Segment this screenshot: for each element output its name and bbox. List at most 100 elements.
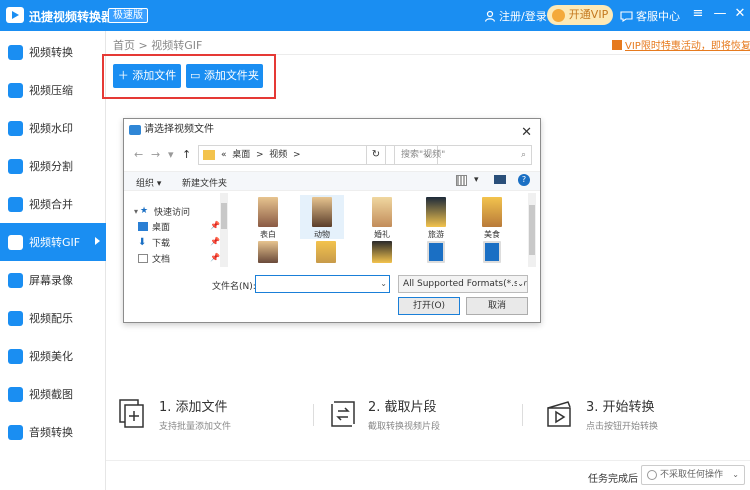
forward-arrow-icon[interactable]: →	[151, 148, 160, 161]
filename-row: 文件名(N): ⌄ All Supported Formats(*.swf; ⌄	[124, 275, 540, 295]
menu-icon[interactable]: ≡	[690, 6, 706, 22]
file-item[interactable]: 动物	[300, 195, 344, 239]
beautify-icon	[8, 348, 23, 364]
dialog-search-input[interactable]: 搜索"视频" ⌕	[394, 145, 532, 165]
promo-link[interactable]: VIP限时特惠活动，即将恢复原价	[612, 37, 750, 52]
music-icon	[8, 310, 23, 326]
add-folder-button[interactable]: ▭ 添加文件夹	[186, 64, 263, 88]
refresh-button[interactable]: ↻	[366, 145, 386, 165]
video-thumbnail-icon	[316, 241, 336, 263]
step-divider	[522, 404, 523, 426]
minimize-button[interactable]: —	[712, 6, 728, 22]
help-icon[interactable]: ?	[518, 174, 530, 186]
file-item[interactable]: 旅游	[414, 197, 458, 240]
video-thumbnail-icon	[372, 241, 392, 263]
gif-icon	[8, 234, 23, 250]
tree-label: 下载	[152, 239, 171, 249]
tree-item-documents[interactable]: 文档	[138, 252, 170, 265]
breadcrumb-home[interactable]: 首页	[113, 39, 135, 52]
login-link[interactable]: 注册/登录	[484, 8, 547, 24]
title-bar: 迅捷视频转换器 极速版 注册/登录 开通VIP 客服中心 ≡ — ✕	[0, 0, 750, 31]
add-file-label: 添加文件	[132, 69, 177, 82]
file-item[interactable]	[414, 241, 458, 265]
screenshot-icon	[8, 386, 23, 402]
sidebar-item-video-music[interactable]: 视频配乐	[0, 299, 106, 337]
video-thumbnail-icon	[312, 197, 332, 227]
chevron-down-icon: ⌄	[732, 470, 739, 479]
after-task-value: 不采取任何操作	[660, 470, 724, 480]
tree-item-downloads[interactable]: ⬇ 下载	[138, 236, 171, 250]
new-folder-button[interactable]: 新建文件夹	[182, 176, 227, 189]
sidebar-item-video-compress[interactable]: 视频压缩	[0, 71, 106, 109]
organize-menu[interactable]: 组织 ▾	[136, 176, 161, 189]
gift-icon	[612, 40, 622, 50]
file-item[interactable]: 美食	[470, 197, 514, 240]
address-part: >	[293, 150, 301, 160]
search-icon: ⌕	[520, 150, 526, 160]
vip-button[interactable]: 开通VIP	[547, 5, 613, 25]
edition-badge: 极速版	[108, 8, 148, 23]
pin-icon: 📌	[210, 253, 220, 262]
step-desc: 支持批量添加文件	[159, 422, 232, 432]
audio-icon	[8, 424, 23, 440]
view-dropdown-icon[interactable]: ▾	[474, 175, 479, 185]
file-name: 动物	[314, 230, 330, 239]
dialog-title-bar: 请选择视频文件 ✕	[124, 119, 540, 141]
tree-label: 桌面	[152, 223, 171, 233]
dialog-close-button[interactable]: ✕	[521, 122, 532, 144]
sidebar-item-video-screenshot[interactable]: 视频截图	[0, 375, 106, 413]
dialog-nav-row: ← → ▾ ↑ « 桌面 > 视频 > ⌄ ↻ 搜索"视频" ⌕	[124, 144, 540, 166]
filename-input[interactable]: ⌄	[255, 275, 390, 293]
merge-icon	[8, 196, 23, 212]
dialog-title: 请选择视频文件	[144, 124, 214, 135]
step-title: 1. 添加文件	[159, 400, 228, 415]
footer: 任务完成后 不采取任何操作 ⌄	[106, 460, 750, 490]
back-arrow-icon[interactable]: ←	[134, 148, 143, 161]
customer-service-link[interactable]: 客服中心	[620, 8, 680, 24]
address-part[interactable]: 桌面	[232, 150, 250, 160]
up-arrow-icon[interactable]: ↑	[182, 148, 191, 161]
tree-label: 文档	[152, 255, 171, 265]
expand-arrow-icon: ▾	[134, 207, 139, 216]
sidebar-item-video-convert[interactable]: 视频转换	[0, 33, 106, 71]
chevron-down-icon[interactable]: ⌄	[380, 279, 387, 288]
tree-item-quick-access[interactable]: ▾ ★ 快速访问	[134, 205, 190, 219]
sidebar-item-label: 视频合并	[29, 198, 73, 211]
tree-scrollbar[interactable]	[220, 193, 228, 267]
file-item[interactable]	[246, 241, 290, 265]
cancel-button[interactable]: 取消	[466, 297, 528, 315]
close-button[interactable]: ✕	[732, 6, 748, 22]
file-type-select[interactable]: All Supported Formats(*.swf; ⌄	[398, 275, 528, 293]
file-item[interactable]	[470, 241, 514, 265]
file-name: 婚礼	[374, 230, 390, 239]
after-task-select[interactable]: 不采取任何操作 ⌄	[641, 465, 745, 485]
download-icon: ⬇	[138, 237, 147, 248]
sidebar-item-video-watermark[interactable]: 视频水印	[0, 109, 106, 147]
sidebar-item-audio-convert[interactable]: 音频转换	[0, 413, 106, 451]
address-folder-icon	[203, 150, 215, 160]
files-scrollbar[interactable]	[528, 193, 536, 267]
preview-pane-icon[interactable]	[494, 175, 506, 184]
view-grid-icon[interactable]	[456, 175, 467, 186]
sidebar-item-video-split[interactable]: 视频分割	[0, 147, 106, 185]
sidebar-item-video-beautify[interactable]: 视频美化	[0, 337, 106, 375]
sidebar-item-screen-record[interactable]: 屏幕录像	[0, 261, 106, 299]
file-item[interactable]: 婚礼	[360, 197, 404, 240]
add-file-step-icon	[119, 399, 144, 428]
file-item[interactable]	[304, 241, 348, 265]
address-part[interactable]: 视频	[269, 150, 287, 160]
file-item[interactable]: 表白	[246, 197, 290, 240]
scroll-thumb[interactable]	[529, 205, 535, 255]
file-item[interactable]	[360, 241, 404, 265]
file-name: 旅游	[428, 230, 444, 239]
video-thumbnail-icon	[426, 197, 446, 227]
open-button[interactable]: 打开(O)	[398, 297, 460, 315]
chevron-down-icon: ⌄	[517, 276, 524, 292]
sidebar-item-video-to-gif[interactable]: 视频转GIF	[0, 223, 106, 261]
sidebar-item-video-merge[interactable]: 视频合并	[0, 185, 106, 223]
scroll-thumb[interactable]	[221, 203, 227, 229]
add-file-button[interactable]: ＋ 添加文件	[113, 64, 181, 88]
dropdown-arrow-icon[interactable]: ▾	[168, 148, 174, 161]
tree-item-desktop[interactable]: 桌面	[138, 220, 170, 233]
app-title: 迅捷视频转换器	[29, 10, 114, 24]
